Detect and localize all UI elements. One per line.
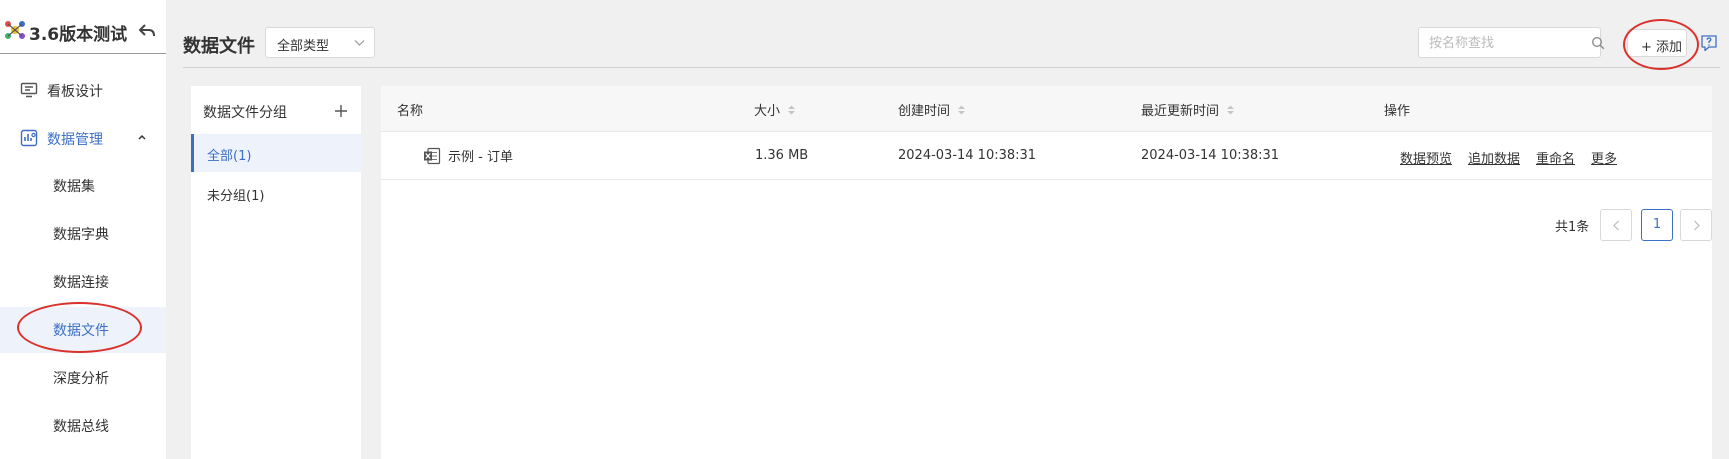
sidebar-item-label: 数据字典 — [53, 227, 109, 243]
rename-link[interactable]: 重命名 — [1536, 148, 1575, 167]
monitor-icon — [20, 82, 38, 98]
search-input[interactable] — [1429, 34, 1569, 52]
chevron-right-icon — [1694, 220, 1700, 231]
chevron-left-icon — [1613, 220, 1619, 231]
search-icon[interactable] — [1591, 36, 1605, 50]
group-item-ungrouped[interactable]: 未分组(1) — [191, 174, 361, 212]
file-group-panel: 数据文件分组 全部(1) 未分组(1) — [191, 86, 361, 459]
chevron-up-icon — [138, 134, 146, 140]
prev-page-button[interactable] — [1600, 209, 1632, 241]
sidebar-item-label: 数据集 — [53, 179, 95, 195]
file-created-time: 2024-03-14 10:38:31 — [898, 148, 1037, 163]
group-item-label: 未分组(1) — [207, 189, 265, 204]
nav-item-label: 看板设计 — [47, 84, 103, 100]
file-name[interactable]: 示例 - 订单 — [448, 146, 513, 165]
column-header-name: 名称 — [397, 104, 424, 119]
sidebar-item-label: 数据总线 — [53, 419, 109, 435]
sidebar-item-data-dictionary[interactable]: 数据字典 — [0, 211, 166, 257]
column-header-size[interactable]: 大小 — [754, 100, 796, 119]
nav-item-label: 数据管理 — [47, 132, 103, 148]
header-divider — [183, 67, 1720, 68]
sidebar-item-label: 数据连接 — [53, 275, 109, 291]
sidebar: 3.6版本测试 看板设计 数据管理 数据集 数据字典 数据连接 数据文件 深度分… — [0, 0, 166, 459]
sort-icon[interactable] — [957, 104, 966, 116]
nav-item-dashboard-design[interactable]: 看板设计 — [0, 70, 166, 110]
sort-icon[interactable] — [787, 104, 796, 116]
table-header: 名称 大小 创建时间 最近更新时间 操作 — [381, 86, 1712, 132]
file-size: 1.36 MB — [755, 148, 809, 163]
page-title: 数据文件 — [183, 36, 255, 57]
sidebar-item-datasets[interactable]: 数据集 — [0, 163, 166, 209]
pagination-total: 共1条 — [1555, 220, 1590, 235]
sidebar-item-deep-analysis[interactable]: 深度分析 — [0, 355, 166, 401]
page-number-button[interactable]: 1 — [1641, 209, 1673, 241]
chevron-down-icon — [354, 40, 365, 46]
file-table-panel: 名称 大小 创建时间 最近更新时间 操作 示例 - 订单 1.36 MB 202… — [381, 86, 1712, 459]
excel-file-icon — [424, 147, 441, 165]
sidebar-item-data-connections[interactable]: 数据连接 — [0, 259, 166, 305]
next-page-button[interactable] — [1680, 209, 1712, 241]
nav-item-data-management[interactable]: 数据管理 — [0, 118, 166, 158]
column-header-actions: 操作 — [1384, 104, 1411, 119]
column-header-created[interactable]: 创建时间 — [898, 100, 966, 119]
append-data-link[interactable]: 追加数据 — [1468, 148, 1520, 167]
sidebar-item-label: 数据文件 — [53, 323, 109, 339]
back-icon[interactable] — [137, 21, 157, 41]
table-row: 示例 - 订单 1.36 MB 2024-03-14 10:38:31 2024… — [381, 132, 1712, 180]
file-updated-time: 2024-03-14 10:38:31 — [1141, 148, 1280, 163]
sidebar-item-data-files[interactable]: 数据文件 — [0, 307, 166, 353]
preview-data-link[interactable]: 数据预览 — [1400, 148, 1452, 167]
data-management-icon — [20, 129, 38, 147]
sidebar-item-label: 深度分析 — [53, 371, 109, 387]
sort-icon[interactable] — [1226, 104, 1235, 116]
brand-title: 3.6版本测试 — [29, 25, 128, 45]
more-link[interactable]: 更多 — [1591, 148, 1617, 167]
search-box — [1418, 27, 1605, 58]
file-type-select-value: 全部类型 — [277, 39, 330, 54]
help-icon[interactable] — [1699, 33, 1719, 53]
file-type-select[interactable]: 全部类型 — [265, 27, 375, 58]
plus-icon[interactable] — [334, 104, 348, 118]
group-item-label: 全部(1) — [207, 149, 252, 164]
sidebar-item-data-bus[interactable]: 数据总线 — [0, 403, 166, 449]
group-item-all[interactable]: 全部(1) — [191, 134, 361, 172]
brand-logo-icon — [5, 21, 25, 39]
add-button[interactable]: + 添加 — [1627, 29, 1687, 57]
group-panel-title: 数据文件分组 — [203, 105, 287, 121]
brand-header: 3.6版本测试 — [0, 14, 166, 54]
column-header-updated[interactable]: 最近更新时间 — [1141, 100, 1235, 119]
add-button-label: + 添加 — [1641, 40, 1683, 55]
